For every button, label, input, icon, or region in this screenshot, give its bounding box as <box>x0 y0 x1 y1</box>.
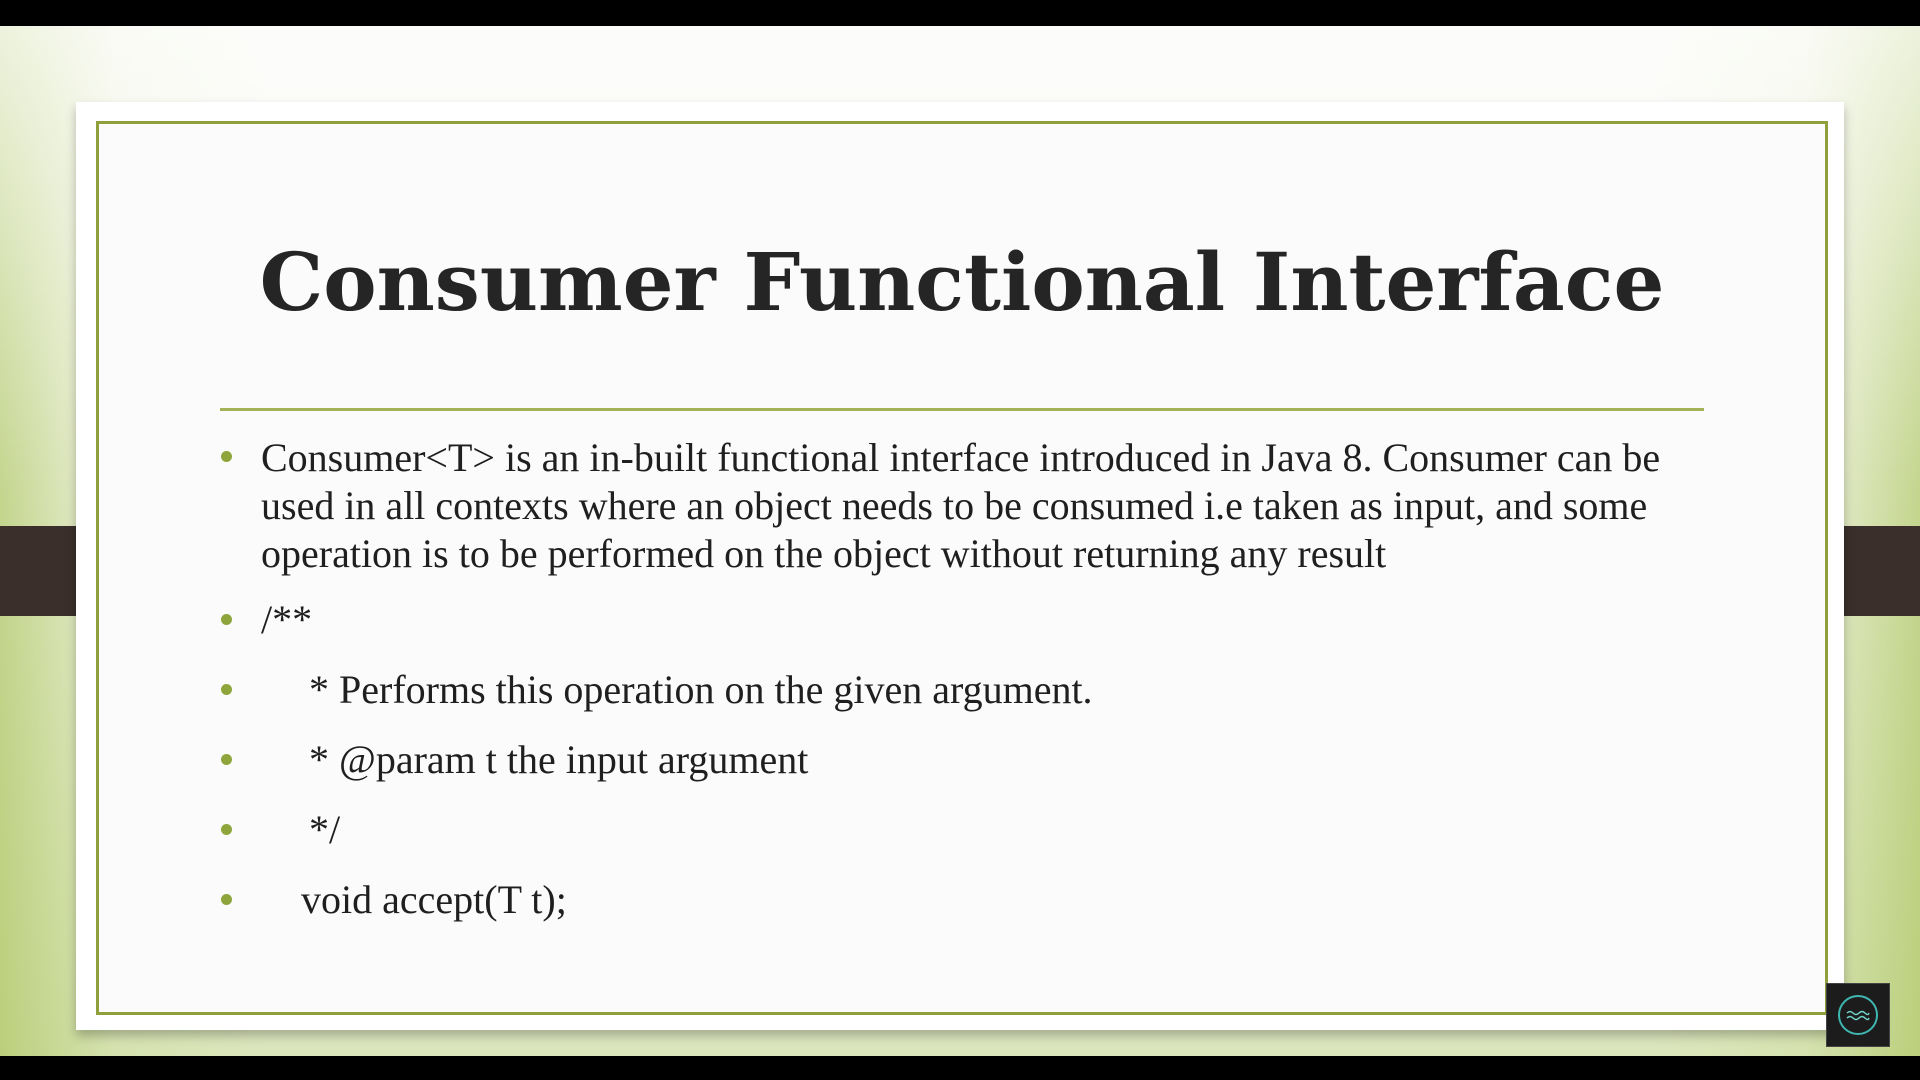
wave-icon <box>1846 1010 1870 1021</box>
channel-badge[interactable] <box>1826 983 1890 1047</box>
bullet-item: void accept(T t); <box>217 870 1717 940</box>
slide-frame: Consumer Functional Interface Consumer<T… <box>96 121 1828 1015</box>
bullet-dot-icon <box>221 684 232 695</box>
bullet-list: Consumer<T> is an in-built functional in… <box>217 434 1717 940</box>
title-divider <box>220 408 1704 411</box>
bullet-text: void accept(T t); <box>301 877 567 922</box>
bullet-text: * Performs this operation on the given a… <box>309 667 1093 712</box>
bullet-item: * @param t the input argument <box>217 730 1717 800</box>
slide-title: Consumer Functional Interface <box>259 235 1665 329</box>
bullet-dot-icon <box>221 754 232 765</box>
bullet-dot-icon <box>221 451 232 462</box>
bullet-item: /** <box>217 590 1717 660</box>
letterbox-top <box>0 0 1920 26</box>
slide: Consumer Functional Interface Consumer<T… <box>76 102 1844 1030</box>
bullet-text: Consumer<T> is an in-built functional in… <box>261 435 1671 576</box>
bullet-dot-icon <box>221 824 232 835</box>
bullet-text: */ <box>309 807 341 852</box>
bullet-item: * Performs this operation on the given a… <box>217 660 1717 730</box>
bullet-item: Consumer<T> is an in-built functional in… <box>217 434 1717 578</box>
channel-logo-icon <box>1838 995 1878 1035</box>
bullet-text: * @param t the input argument <box>309 737 809 782</box>
bullet-item: */ <box>217 800 1717 870</box>
bullet-dot-icon <box>221 614 232 625</box>
letterbox-bottom <box>0 1056 1920 1080</box>
bullet-dot-icon <box>221 894 232 905</box>
